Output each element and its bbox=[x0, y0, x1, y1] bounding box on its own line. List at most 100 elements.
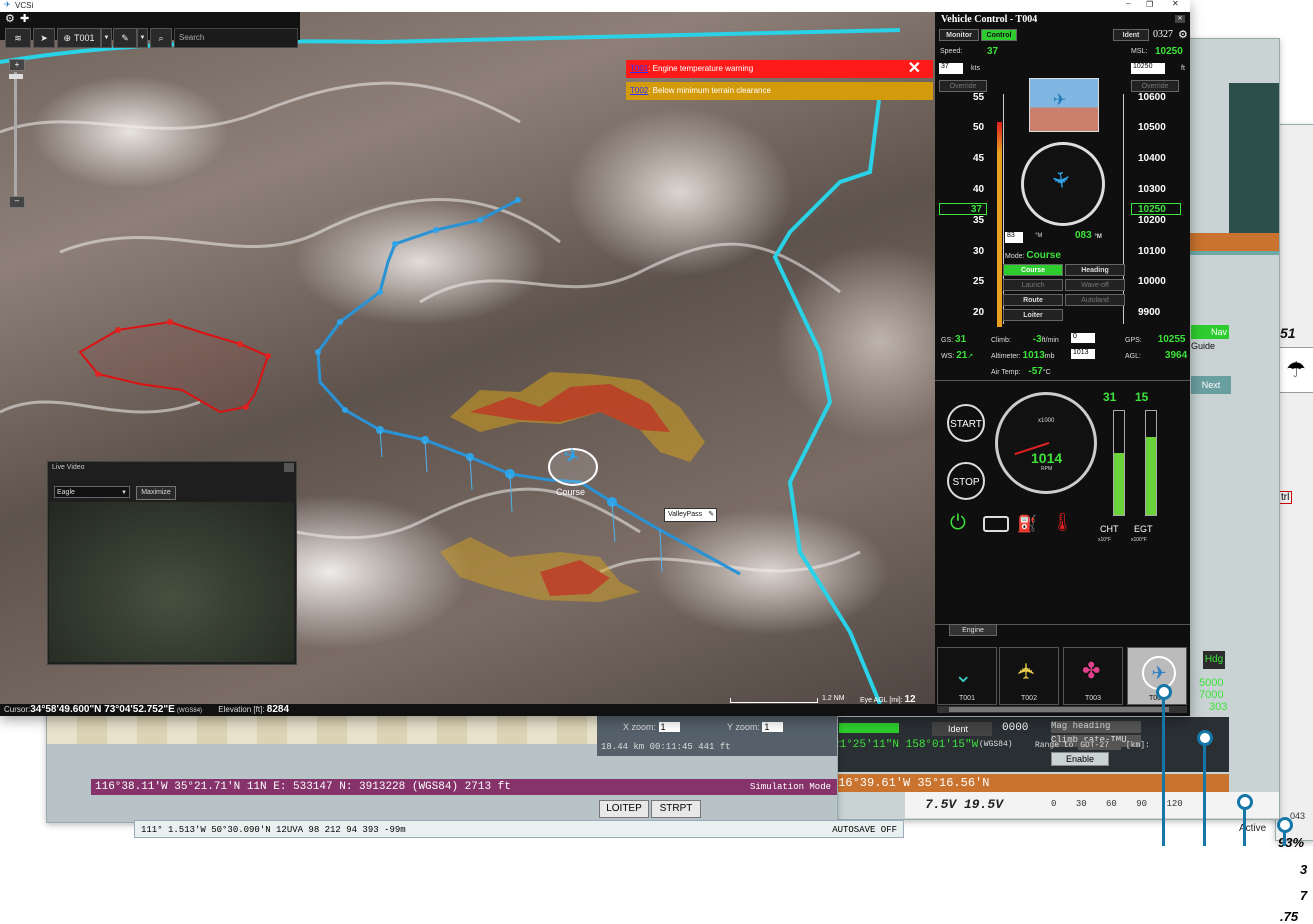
cursor-label: Cursor: bbox=[4, 705, 31, 714]
xzoom-label: X zoom: 1 bbox=[623, 722, 680, 732]
egt-label: EGT bbox=[1134, 524, 1153, 534]
mode-launch-button[interactable]: Launch bbox=[1003, 279, 1063, 291]
loiter-button[interactable]: LOITEP bbox=[599, 800, 649, 818]
heading-value: 083 °M bbox=[1075, 230, 1102, 241]
cursor-coords: 34°58'49.600"N 73°04'52.752"E bbox=[30, 704, 175, 715]
tab-engine[interactable]: Engine bbox=[949, 624, 997, 636]
yzoom-field[interactable]: 1 bbox=[762, 722, 784, 732]
alert-terrain[interactable]: T002: Below minimum terrain clearance bbox=[626, 82, 933, 100]
vehicle-control-panel: Vehicle Control - T004 ✕ Monitor Control… bbox=[935, 12, 1190, 716]
back-window-1: X zoom: 1 Y zoom: 1 18.44 km 00:11:45 44… bbox=[46, 705, 838, 823]
waypoint-label[interactable]: ValleyPass ✎ bbox=[664, 508, 718, 522]
green-val-1: 5000 bbox=[1199, 677, 1224, 689]
panel-close-icon[interactable]: ✕ bbox=[1175, 15, 1185, 23]
stop-button[interactable]: STOP bbox=[947, 462, 985, 500]
tab-control[interactable]: Control bbox=[981, 29, 1017, 41]
chevron-down-icon[interactable]: ▼ bbox=[101, 28, 112, 48]
engine-icon bbox=[983, 516, 1009, 532]
start-button[interactable]: START bbox=[947, 404, 985, 442]
msl-unit: ft bbox=[1181, 65, 1185, 72]
egt-unit: x100°F bbox=[1131, 537, 1147, 543]
edit-pencil-icon[interactable]: ✎ bbox=[708, 509, 714, 521]
camera-select[interactable]: Eagle ▼ bbox=[54, 486, 130, 498]
datum-label: (WGS84) bbox=[177, 708, 203, 714]
mode-waveoff-button[interactable]: Wave-off bbox=[1065, 279, 1125, 291]
mode-autoland-button[interactable]: Autoland bbox=[1065, 294, 1125, 306]
speed-tick: 55 bbox=[973, 92, 985, 103]
alert-engine-temp[interactable]: T001: Engine temperature warning ✕ bbox=[626, 60, 933, 78]
minimize-button[interactable]: – bbox=[1126, 0, 1130, 8]
search-input[interactable]: Search bbox=[174, 28, 298, 48]
close-window-button[interactable]: ✕ bbox=[1172, 0, 1179, 8]
add-icon[interactable]: ✚ bbox=[20, 12, 29, 25]
egt-value: 15 bbox=[1135, 390, 1149, 404]
oil-icon: ⛽ bbox=[1017, 516, 1037, 533]
close-alert-icon[interactable]: ✕ bbox=[908, 60, 921, 78]
live-video-window: Live Video Eagle ▼ Maximize bbox=[47, 461, 297, 665]
gs-readout: GS: 31 bbox=[941, 334, 967, 345]
zoom-slider[interactable] bbox=[14, 72, 17, 202]
squawk-code: 0327 bbox=[1153, 29, 1173, 40]
camera-button[interactable]: ⌕ bbox=[150, 28, 172, 48]
draw-menu-chevron-icon[interactable]: ▼ bbox=[137, 28, 148, 48]
override-speed-button[interactable]: Override bbox=[939, 80, 987, 92]
restore-button[interactable]: ❐ bbox=[1146, 0, 1153, 9]
ident-button[interactable]: Ident bbox=[1113, 29, 1149, 41]
alert-vehicle-link[interactable]: T001 bbox=[630, 64, 648, 73]
vehicle-tile-t003[interactable]: ✤ T003 bbox=[1063, 647, 1123, 705]
ident-button[interactable]: Ident bbox=[932, 722, 992, 736]
enable-button[interactable]: Enable bbox=[1051, 752, 1109, 766]
cursor-button[interactable]: ➤ bbox=[33, 28, 55, 48]
video-close-button[interactable] bbox=[284, 463, 294, 472]
layers-button[interactable]: ≋ bbox=[5, 28, 31, 48]
camera-chevron-icon: ▼ bbox=[121, 490, 127, 496]
coords-green: 21°25'11"N 158°01'15"W bbox=[833, 739, 979, 751]
vehicle-tile-t002[interactable]: ✈ T002 bbox=[999, 647, 1059, 705]
speed-set-field[interactable]: 37 bbox=[939, 63, 963, 74]
mode-loiter-button[interactable]: Loiter bbox=[1003, 309, 1063, 321]
settings-gear-icon[interactable]: ⚙ bbox=[5, 12, 15, 25]
scale-label: 1.2 NM bbox=[822, 695, 845, 702]
back-3-heading: 043 bbox=[1290, 811, 1306, 821]
climb-set-field[interactable]: 0 bbox=[1071, 333, 1095, 343]
altimeter-set-field[interactable]: 1013 bbox=[1071, 349, 1095, 359]
strpt-button[interactable]: STRPT bbox=[651, 800, 701, 818]
elevation-value: 8284 bbox=[266, 704, 290, 715]
zoom-out-button[interactable]: – bbox=[9, 196, 25, 208]
xzoom-field[interactable]: 1 bbox=[658, 722, 680, 732]
rpm-value: 1014 bbox=[1031, 450, 1063, 466]
pencil-tool-icon[interactable]: ✎ bbox=[113, 28, 137, 48]
settings-icon[interactable]: ⚙ bbox=[1178, 28, 1188, 41]
alert-vehicle-link[interactable]: T002 bbox=[630, 86, 648, 95]
alt-tick: 9900 bbox=[1138, 307, 1161, 318]
mode-route-button[interactable]: Route bbox=[1003, 294, 1063, 306]
cht-fill bbox=[1114, 452, 1124, 515]
msl-set-field[interactable]: 10250 bbox=[1131, 63, 1165, 74]
heading-mode-select[interactable]: Mag heading bbox=[1051, 721, 1141, 733]
next-button[interactable]: Next bbox=[1191, 376, 1231, 394]
vehicle-select[interactable]: ⊕ T001 bbox=[57, 28, 101, 48]
speed-tick: 45 bbox=[973, 153, 985, 164]
speed-tick: 20 bbox=[973, 307, 985, 318]
maximize-button[interactable]: Maximize bbox=[136, 486, 176, 500]
override-alt-button[interactable]: Override bbox=[1131, 80, 1179, 92]
yzoom-label: Y zoom: 1 bbox=[727, 722, 784, 732]
compass-aircraft-icon: ✈ bbox=[1047, 169, 1075, 191]
zoom-in-button[interactable]: + bbox=[9, 59, 25, 71]
alt-tick: 10400 bbox=[1138, 153, 1166, 164]
squawk-code: 0000 bbox=[1002, 722, 1029, 734]
speed-tick: 30 bbox=[973, 246, 985, 257]
mode-course-button[interactable]: Course bbox=[1003, 264, 1063, 276]
vehicle-tile-t001[interactable]: ⌄ T001 bbox=[937, 647, 997, 705]
back-3-number: 51 bbox=[1280, 325, 1296, 341]
tiles-scrollbar[interactable] bbox=[937, 706, 1187, 713]
fixed-wing-icon: ✈ bbox=[1014, 661, 1040, 681]
status-bar: Cursor:34°58'49.600"N 73°04'52.752"E (WG… bbox=[0, 704, 935, 716]
back-3-val-a: 3 bbox=[1300, 862, 1308, 877]
zoom-handle[interactable] bbox=[9, 74, 23, 79]
simulation-mode: Simulation Mode bbox=[749, 782, 831, 792]
coolant-temp-icon: 🌡 bbox=[1051, 512, 1074, 532]
mode-heading-button[interactable]: Heading bbox=[1065, 264, 1125, 276]
tab-monitor[interactable]: Monitor bbox=[939, 29, 979, 41]
heading-set-field[interactable]: 83 bbox=[1005, 232, 1023, 243]
